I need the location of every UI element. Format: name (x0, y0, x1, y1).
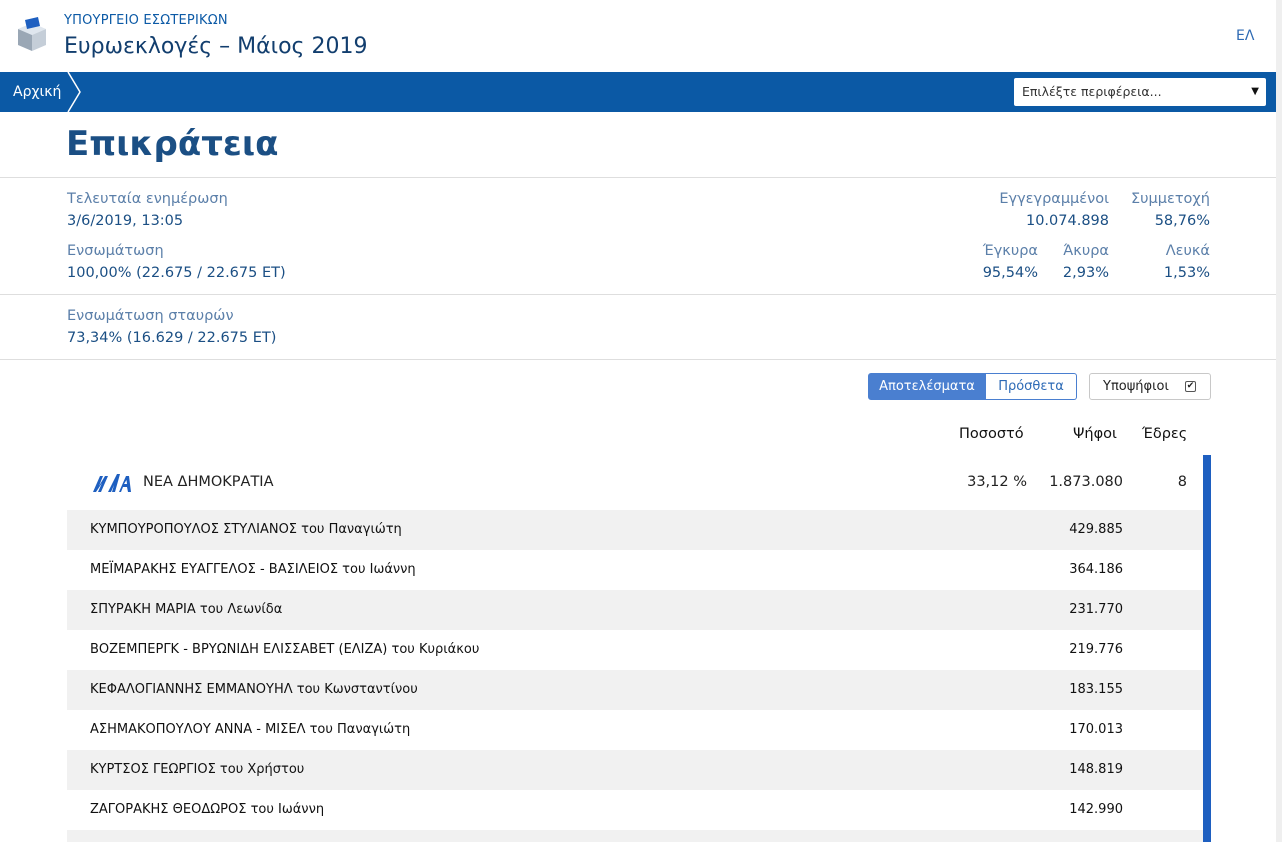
breadcrumb-home[interactable]: Αρχική (0, 72, 61, 112)
invalid-label: Άκυρα (1063, 243, 1109, 259)
candidate-votes: 170.013 (1069, 722, 1123, 737)
candidate-votes: 231.770 (1069, 602, 1123, 617)
party-logo-icon (93, 474, 131, 492)
table-row[interactable]: ΒΟΖΕΜΠΕΡΓΚ - ΒΡΥΩΝΙΔΗ ΕΛΙΣΣΑΒΕΤ (ΕΛΙΖΑ) … (67, 630, 1203, 670)
candidate-votes: 364.186 (1069, 562, 1123, 577)
candidate-name: ΣΠΥΡΑΚΗ ΜΑΡΙΑ του Λεωνίδα (90, 602, 283, 617)
breadcrumb-chevron-icon (67, 72, 81, 112)
last-update-value: 3/6/2019, 13:05 (67, 213, 184, 229)
table-row[interactable]: ΣΠΥΡΑΚΗ ΜΑΡΙΑ του Λεωνίδα 231.770 (67, 590, 1203, 630)
cross-integration-label: Ενσωμάτωση σταυρών (67, 308, 234, 324)
candidate-name: ΑΣΗΜΑΚΟΠΟΥΛΟΥ ΑΝΝΑ - ΜΙΣΕΛ του Παναγιώτη (90, 722, 411, 737)
party-name: ΝΕΑ ΔΗΜΟΚΡΑΤΙΑ (143, 474, 274, 490)
candidate-name: ΚΕΦΑΛΟΓΙΑΝΝΗΣ ΕΜΜΑΝΟΥΗΛ του Κωνσταντίνου (90, 682, 418, 697)
table-row[interactable]: ΚΥΜΠΟΥΡΟΠΟΥΛΟΣ ΣΤΥΛΙΑΝΟΣ του Παναγιώτη 4… (67, 510, 1203, 550)
page-title: Επικράτεια (66, 124, 279, 164)
party-percent: 33,12 % (967, 474, 1027, 490)
candidates-checkbox[interactable]: ✔ (1185, 381, 1196, 392)
valid-label: Έγκυρα (982, 243, 1038, 259)
party-row[interactable]: ΝΕΑ ΔΗΜΟΚΡΑΤΙΑ 33,12 % 1.873.080 8 (67, 460, 1203, 510)
table-row[interactable] (67, 830, 1203, 842)
table-row[interactable]: ΜΕΪΜΑΡΑΚΗΣ ΕΥΑΓΓΕΛΟΣ - ΒΑΣΙΛΕΙΟΣ του Ιωά… (67, 550, 1203, 590)
party-color-bar (1203, 455, 1211, 842)
language-switch[interactable]: ΕΛ (1236, 28, 1254, 44)
turnout-label: Συμμετοχή (1130, 191, 1210, 207)
page-scrollbar[interactable] (1276, 0, 1282, 842)
candidates-toggle-label: Υποψήφιοι (1103, 379, 1169, 394)
table-row[interactable]: ΖΑΓΟΡΑΚΗΣ ΘΕΟΔΩΡΟΣ του Ιωάννη 142.990 (67, 790, 1203, 830)
results-button[interactable]: Αποτελέσματα (868, 373, 986, 400)
candidate-votes: 219.776 (1069, 642, 1123, 657)
divider (0, 294, 1282, 295)
region-select[interactable]: Επιλέξτε περιφέρεια... ▼ (1014, 78, 1266, 106)
table-row[interactable]: ΚΕΦΑΛΟΓΙΑΝΝΗΣ ΕΜΜΑΝΟΥΗΛ του Κωνσταντίνου… (67, 670, 1203, 710)
candidate-name: ΜΕΪΜΑΡΑΚΗΣ ΕΥΑΓΓΕΛΟΣ - ΒΑΣΙΛΕΙΟΣ του Ιωά… (90, 562, 416, 577)
candidate-name: ΖΑΓΟΡΑΚΗΣ ΘΕΟΔΩΡΟΣ του Ιωάννη (90, 802, 325, 817)
cross-integration-value: 73,34% (16.629 / 22.675 ΕΤ) (67, 330, 277, 346)
table-row[interactable]: ΑΣΗΜΑΚΟΠΟΥΛΟΥ ΑΝΝΑ - ΜΙΣΕΛ του Παναγιώτη… (67, 710, 1203, 750)
party-votes: 1.873.080 (1049, 474, 1123, 490)
candidate-name: ΒΟΖΕΜΠΕΡΓΚ - ΒΡΥΩΝΙΔΗ ΕΛΙΣΣΑΒΕΤ (ΕΛΙΖΑ) … (90, 642, 480, 657)
chevron-down-icon: ▼ (1251, 86, 1259, 97)
candidate-votes: 183.155 (1069, 682, 1123, 697)
nav-bar: Αρχική Επιλέξτε περιφέρεια... ▼ (0, 72, 1282, 112)
column-header-seats: Έδρες (1142, 426, 1188, 442)
candidate-name: ΚΥΡΤΣΟΣ ΓΕΩΡΓΙΟΣ του Χρήστου (90, 762, 305, 777)
integration-value: 100,00% (22.675 / 22.675 ΕΤ) (67, 265, 286, 281)
column-header-percent: Ποσοστό (959, 426, 1024, 442)
site-header: ΥΠΟΥΡΓΕΙΟ ΕΣΩΤΕΡΙΚΩΝ Ευρωεκλογές – Μάιος… (0, 0, 1282, 72)
candidate-list: ΚΥΜΠΟΥΡΟΠΟΥΛΟΣ ΣΤΥΛΙΑΝΟΣ του Παναγιώτη 4… (67, 510, 1203, 842)
candidate-name: ΚΥΜΠΟΥΡΟΠΟΥΛΟΣ ΣΤΥΛΙΑΝΟΣ του Παναγιώτη (90, 522, 402, 537)
ministry-name: ΥΠΟΥΡΓΕΙΟ ΕΣΩΤΕΡΙΚΩΝ (64, 13, 228, 28)
extra-button[interactable]: Πρόσθετα (986, 373, 1077, 400)
candidate-votes: 148.819 (1069, 762, 1123, 777)
table-row[interactable]: ΚΥΡΤΣΟΣ ΓΕΩΡΓΙΟΣ του Χρήστου 148.819 (67, 750, 1203, 790)
divider (0, 177, 1282, 178)
registered-value: 10.074.898 (1025, 213, 1109, 229)
candidates-toggle-button[interactable]: Υποψήφιοι ✔ (1089, 373, 1211, 400)
last-update-label: Τελευταία ενημέρωση (67, 191, 228, 207)
view-toggle: Αποτελέσματα Πρόσθετα (868, 373, 1077, 400)
party-seats: 8 (1177, 474, 1187, 490)
candidate-votes: 142.990 (1069, 802, 1123, 817)
integration-label: Ενσωμάτωση (67, 243, 164, 259)
valid-value: 95,54% (982, 265, 1038, 281)
app-title[interactable]: Ευρωεκλογές – Μάιος 2019 (64, 34, 367, 59)
turnout-value: 58,76% (1154, 213, 1210, 229)
ballot-box-icon (18, 17, 46, 51)
blank-value: 1,53% (1163, 265, 1210, 281)
blank-label: Λευκά (1165, 243, 1210, 259)
registered-label: Εγγεγραμμένοι (999, 191, 1109, 207)
column-header-votes: Ψήφοι (1073, 426, 1117, 442)
region-select-placeholder: Επιλέξτε περιφέρεια... (1022, 84, 1162, 99)
candidate-votes: 429.885 (1069, 522, 1123, 537)
invalid-value: 2,93% (1062, 265, 1109, 281)
divider (0, 359, 1282, 360)
